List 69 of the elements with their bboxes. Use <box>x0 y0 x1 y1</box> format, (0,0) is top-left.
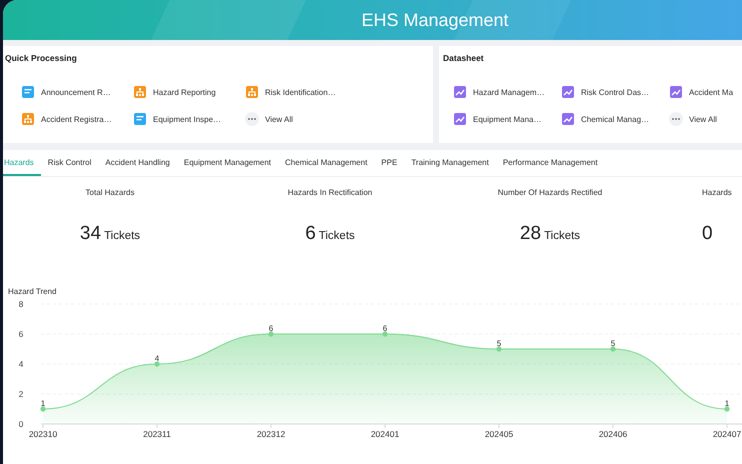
shortcut-link[interactable]: View All <box>245 112 357 126</box>
chart-icon <box>453 112 467 126</box>
chart-icon <box>561 85 575 99</box>
axis-label: 202312 <box>256 429 286 439</box>
shortcut-link[interactable]: Equipment Inspe… <box>133 112 245 126</box>
hierarchy-icon <box>21 112 35 126</box>
tab[interactable]: Performance Management <box>496 150 605 176</box>
axis-label: 202401 <box>370 429 400 439</box>
datasheet-link[interactable]: Equipment Mana… <box>453 112 561 126</box>
document-icon <box>133 112 147 126</box>
page-title: EHS Management <box>360 10 509 30</box>
chart-icon <box>561 112 575 126</box>
data-point <box>724 406 730 412</box>
data-point <box>382 331 388 337</box>
more-icon <box>669 112 683 126</box>
stat-value: 34 Tickets <box>80 223 140 245</box>
axis-label: 2 <box>18 389 24 399</box>
axis-label: 8 <box>18 299 24 309</box>
stat-value: 6 Tickets <box>305 223 355 245</box>
tab[interactable]: PPE <box>374 150 404 176</box>
hierarchy-icon <box>133 85 147 99</box>
tab[interactable]: Equipment Management <box>176 150 278 176</box>
shortcut-link[interactable]: Accident Registra… <box>21 112 133 126</box>
document-icon <box>21 85 35 99</box>
axis-label: 202407 <box>712 429 742 439</box>
shortcut-link[interactable]: Announcement R… <box>21 85 133 99</box>
stat-label: Hazards In Rectification <box>288 188 372 197</box>
stat-label: Number Of Hazards Rectified <box>498 188 602 197</box>
datasheet-link[interactable]: Hazard Managem… <box>453 85 561 99</box>
datasheet-link[interactable]: Accident Ma <box>669 85 739 99</box>
axis-label: 202310 <box>28 429 58 439</box>
data-point <box>268 331 274 337</box>
chart-title: Hazard Trend <box>7 287 58 296</box>
shortcut-link[interactable]: Risk Identification… <box>245 85 357 99</box>
data-label: 6 <box>268 324 274 333</box>
axis-label: 4 <box>18 359 24 369</box>
data-label: 5 <box>610 339 616 348</box>
data-point <box>610 346 616 352</box>
stat-value: 0 <box>702 223 713 245</box>
data-label: 1 <box>40 399 46 408</box>
data-label: 6 <box>382 324 388 333</box>
datasheet-link[interactable]: Chemical Manag… <box>561 112 669 126</box>
datasheet-link[interactable]: View All <box>669 112 739 126</box>
stat-label: Total Hazards <box>86 188 134 197</box>
shortcut-link[interactable]: Hazard Reporting <box>133 85 245 99</box>
data-point <box>496 346 502 352</box>
data-label: 5 <box>496 339 502 348</box>
data-point <box>40 406 46 412</box>
axis-label: 0 <box>18 419 24 429</box>
chart-icon <box>669 85 683 99</box>
stat-value: 28 Tickets <box>520 223 580 245</box>
card-title: Quick Processing <box>5 52 78 65</box>
hierarchy-icon <box>245 85 259 99</box>
axis-label: 6 <box>18 329 24 339</box>
tab[interactable]: Accident Handling <box>98 150 177 176</box>
stat-label: Hazards <box>702 188 732 197</box>
tab[interactable]: Chemical Management <box>278 150 374 176</box>
axis-label: 202311 <box>143 429 171 439</box>
axis-label: 202406 <box>598 429 628 439</box>
data-label: 4 <box>154 354 160 363</box>
tab[interactable]: Training Management <box>404 150 496 176</box>
more-icon <box>245 112 259 126</box>
card-title: Datasheet <box>443 52 485 65</box>
datasheet-link[interactable]: Risk Control Das… <box>561 85 669 99</box>
axis-label: 202405 <box>484 429 514 439</box>
chart-icon <box>453 85 467 99</box>
tab[interactable]: Risk Control <box>40 150 98 176</box>
data-point <box>154 361 160 367</box>
data-label: 1 <box>724 399 730 408</box>
